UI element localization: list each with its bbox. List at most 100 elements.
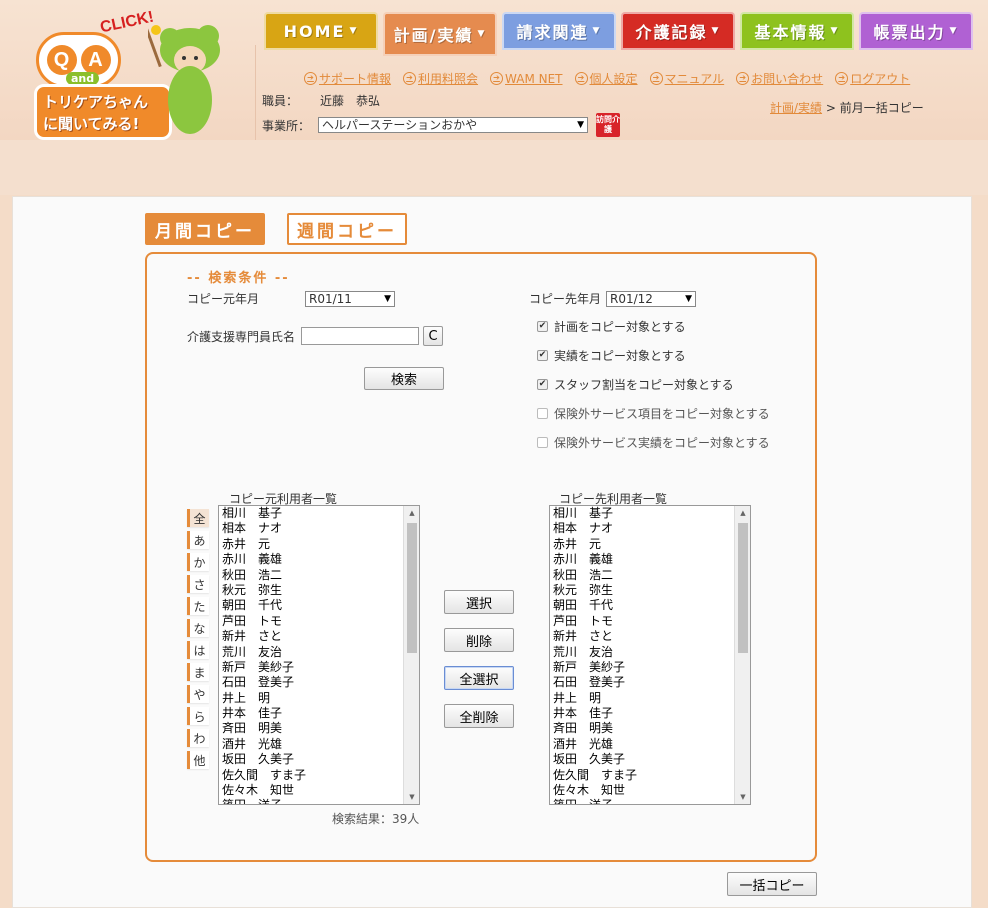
list-item[interactable]: 篠田 洋子 (553, 798, 637, 804)
list-item[interactable]: 秋田 浩二 (553, 568, 637, 583)
list-item[interactable]: 朝田 千代 (222, 598, 306, 613)
source-list-scrollbar[interactable]: ▲ ▼ (403, 506, 419, 804)
checkbox-copy-extra-items[interactable]: 保険外サービス項目をコピー対象とする (537, 405, 770, 422)
breadcrumb-link-plan[interactable]: 計画/実績 (770, 101, 822, 115)
dest-list-scrollbar[interactable]: ▲ ▼ (734, 506, 750, 804)
checkbox-copy-extra-results[interactable]: 保険外サービス実績をコピー対象とする (537, 434, 770, 451)
nav-tab-care-records[interactable]: 介護記録 ▼ (621, 12, 735, 50)
dropdown-arrow-icon: ▼ (711, 26, 721, 36)
remove-all-button[interactable]: 全削除 (444, 704, 514, 728)
office-select[interactable]: ヘルパーステーションおかや ▼ (318, 117, 589, 133)
list-item[interactable]: 朝田 千代 (553, 598, 637, 613)
list-item[interactable]: 石田 登美子 (222, 675, 306, 690)
link-fee-inquiry[interactable]: ➔ 利用料照会 (403, 70, 478, 87)
list-item[interactable]: 相川 基子 (222, 506, 306, 521)
search-button[interactable]: 検索 (364, 367, 444, 390)
list-item[interactable]: 新戸 美紗子 (222, 660, 306, 675)
link-personal-settings[interactable]: ➔ 個人設定 (574, 70, 638, 87)
list-item[interactable]: 佐久間 すま子 (222, 768, 306, 783)
list-item[interactable]: 井上 明 (553, 691, 637, 706)
qa-logo-link[interactable]: Q A and CLICK! トリケアちゃん に聞いてみる! (28, 9, 238, 142)
kana-filter-other[interactable]: 他 (187, 751, 209, 769)
kana-filter-ya[interactable]: や (187, 685, 209, 703)
nav-tab-reports[interactable]: 帳票出力 ▼ (859, 12, 973, 50)
dest-month-select[interactable]: R01/12 ▼ (606, 291, 696, 307)
dest-month-label: コピー先年月 (529, 292, 602, 306)
kana-filter-na[interactable]: な (187, 619, 209, 637)
nav-tab-home[interactable]: HOME ▼ (264, 12, 378, 50)
kana-filter-ka[interactable]: か (187, 553, 209, 571)
kana-filter-ma[interactable]: ま (187, 663, 209, 681)
list-item[interactable]: 佐々木 知世 (222, 783, 306, 798)
list-item[interactable]: 相本 ナオ (222, 521, 306, 536)
list-item[interactable]: 坂田 久美子 (222, 752, 306, 767)
kana-filter-a[interactable]: あ (187, 531, 209, 549)
list-item[interactable]: 赤川 義雄 (553, 552, 637, 567)
checkbox-copy-plan[interactable]: ✔ 計画をコピー対象とする (537, 318, 686, 335)
link-wam-net[interactable]: ➔ WAM NET (490, 70, 563, 87)
kana-filter-ha[interactable]: は (187, 641, 209, 659)
care-manager-input[interactable] (301, 327, 419, 345)
list-item[interactable]: 佐久間 すま子 (553, 768, 637, 783)
kana-filter-wa[interactable]: わ (187, 729, 209, 747)
list-item[interactable]: 秋元 弥生 (222, 583, 306, 598)
scroll-down-icon[interactable]: ▼ (404, 790, 419, 804)
select-button[interactable]: 選択 (444, 590, 514, 614)
nav-tab-plan-results[interactable]: 計画/実績 ▼ (383, 12, 497, 56)
scroll-up-icon[interactable]: ▲ (735, 506, 750, 520)
list-item[interactable]: 相川 基子 (553, 506, 637, 521)
list-item[interactable]: 酒井 光雄 (222, 737, 306, 752)
nav-tab-billing[interactable]: 請求関連 ▼ (502, 12, 616, 50)
kana-filter-ra[interactable]: ら (187, 707, 209, 725)
list-item[interactable]: 新井 さと (222, 629, 306, 644)
bulk-copy-button[interactable]: 一括コピー (727, 872, 817, 896)
list-item[interactable]: 秋田 浩二 (222, 568, 306, 583)
source-month-select[interactable]: R01/11 ▼ (305, 291, 395, 307)
list-item[interactable]: 新井 さと (553, 629, 637, 644)
kana-filter-ta[interactable]: た (187, 597, 209, 615)
checkbox-copy-staff[interactable]: ✔ スタッフ割当をコピー対象とする (537, 376, 734, 393)
checkbox-copy-results[interactable]: ✔ 実績をコピー対象とする (537, 347, 686, 364)
list-item[interactable]: 新戸 美紗子 (553, 660, 637, 675)
scroll-thumb[interactable] (738, 523, 748, 653)
list-item[interactable]: 芦田 トモ (553, 614, 637, 629)
monthly-copy-button[interactable]: 月間コピー (145, 213, 265, 245)
list-item[interactable]: 赤川 義雄 (222, 552, 306, 567)
list-item[interactable]: 斉田 明美 (222, 721, 306, 736)
link-manual[interactable]: ➔ マニュアル (649, 70, 724, 87)
list-item[interactable]: 坂田 久美子 (553, 752, 637, 767)
list-item[interactable]: 佐々木 知世 (553, 783, 637, 798)
list-item[interactable]: 荒川 友治 (553, 645, 637, 660)
scroll-down-icon[interactable]: ▼ (735, 790, 750, 804)
list-item[interactable]: 石田 登美子 (553, 675, 637, 690)
list-item[interactable]: 井上 明 (222, 691, 306, 706)
list-item[interactable]: 井本 佳子 (222, 706, 306, 721)
clear-button[interactable]: C (423, 326, 443, 346)
list-item[interactable]: 酒井 光雄 (553, 737, 637, 752)
arrow-right-icon: ➔ (304, 72, 317, 85)
kana-filter-all[interactable]: 全 (187, 509, 209, 527)
list-item[interactable]: 芦田 トモ (222, 614, 306, 629)
dest-user-list[interactable]: 相川 基子 相本 ナオ 赤井 元赤川 義雄 秋田 浩二 秋元 弥生 朝田 千代 芦田 トモ新… (549, 505, 751, 805)
list-item[interactable]: 井本 佳子 (553, 706, 637, 721)
list-item[interactable]: 赤井 元 (553, 537, 637, 552)
list-item[interactable]: 斉田 明美 (553, 721, 637, 736)
nav-tab-basic-info[interactable]: 基本情報 ▼ (740, 12, 854, 50)
select-all-button[interactable]: 全選択 (444, 666, 514, 690)
list-item[interactable]: 相本 ナオ (553, 521, 637, 536)
link-support[interactable]: ➔ サポート情報 (304, 70, 391, 87)
weekly-copy-button[interactable]: 週間コピー (287, 213, 407, 245)
link-logout[interactable]: ➔ ログアウト (835, 70, 910, 87)
source-user-list[interactable]: 相川 基子 相本 ナオ 赤井 元赤川 義雄 秋田 浩二 秋元 弥生 朝田 千代 芦田 トモ新… (218, 505, 420, 805)
kana-filter-sa[interactable]: さ (187, 575, 209, 593)
scroll-thumb[interactable] (407, 523, 417, 653)
link-label: WAM NET (505, 71, 563, 86)
list-item[interactable]: 荒川 友治 (222, 645, 306, 660)
list-item[interactable]: 赤井 元 (222, 537, 306, 552)
remove-button[interactable]: 削除 (444, 628, 514, 652)
scroll-up-icon[interactable]: ▲ (404, 506, 419, 520)
link-contact[interactable]: ➔ お問い合わせ (736, 70, 823, 87)
list-item[interactable]: 篠田 洋子 (222, 798, 306, 804)
dest-month-value: R01/12 (610, 292, 653, 306)
list-item[interactable]: 秋元 弥生 (553, 583, 637, 598)
